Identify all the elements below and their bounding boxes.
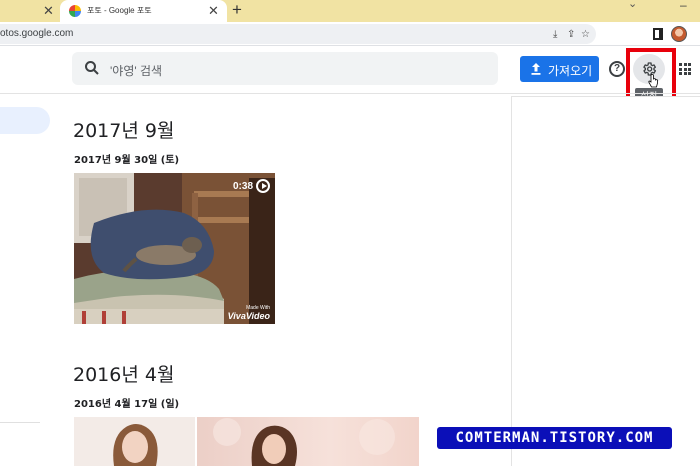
sidebar-item-photos[interactable] [0, 107, 50, 134]
help-icon[interactable]: ? [609, 61, 625, 77]
share-icon[interactable]: ⇪ [567, 29, 575, 40]
video-thumbnail[interactable]: 0:38 Made With VivaVideo [74, 173, 275, 324]
window-minimize-icon[interactable]: – [680, 0, 687, 12]
browser-tab-active[interactable]: 포토 - Google 포토 ✕ [60, 0, 227, 22]
import-label: 가져오기 [548, 64, 593, 78]
tab-title: 포토 - Google 포토 [87, 6, 152, 15]
sidebar-divider [0, 422, 40, 423]
photo-thumbnail[interactable] [197, 417, 419, 466]
date-label: 2016년 4월 17일 (일) [74, 399, 180, 410]
browser-tab-strip: ✕ 포토 - Google 포토 ✕ + ⌄ – [0, 0, 700, 22]
section-title: 2016년 4월 [73, 364, 175, 386]
video-duration: 0:38 [232, 181, 253, 192]
google-photos-favicon [69, 5, 81, 17]
play-icon [256, 179, 270, 193]
photo-thumbnail[interactable] [74, 417, 195, 466]
profile-avatar[interactable] [671, 26, 687, 42]
portrait-image [74, 417, 195, 466]
tab-close-icon[interactable]: ✕ [208, 3, 219, 19]
tab-close-icon[interactable]: ✕ [43, 3, 54, 19]
tab-search-chevron-icon[interactable]: ⌄ [628, 0, 637, 10]
portrait-image [213, 418, 395, 466]
date-label: 2017년 9월 30일 (토) [74, 155, 180, 166]
search-bar[interactable]: '야영' 검색 [72, 52, 498, 85]
section-title: 2017년 9월 [73, 120, 175, 142]
apps-grid-icon[interactable] [679, 63, 691, 75]
side-panel-icon[interactable] [653, 28, 663, 40]
install-app-icon[interactable]: ⤓ [553, 29, 557, 40]
cat-video-image [74, 173, 275, 324]
search-icon [85, 61, 99, 75]
watermark-banner: COMTERMAN.TISTORY.COM [437, 427, 672, 449]
url-text: otos.google.com [0, 28, 74, 39]
upload-icon [531, 63, 541, 75]
header-divider [0, 93, 700, 94]
bookmark-star-icon[interactable]: ☆ [581, 29, 590, 40]
import-button[interactable]: 가져오기 [520, 56, 599, 82]
url-field[interactable]: otos.google.com ⤓ ⇪ ☆ [0, 24, 596, 44]
address-bar-row: otos.google.com ⤓ ⇪ ☆ [0, 22, 700, 46]
watermark-brand: VivaVideo [227, 311, 270, 321]
browser-tab-previous[interactable]: ✕ [0, 0, 60, 22]
settings-side-pane [511, 96, 700, 466]
search-placeholder: '야영' 검색 [110, 64, 163, 78]
new-tab-button[interactable]: + [232, 0, 242, 20]
